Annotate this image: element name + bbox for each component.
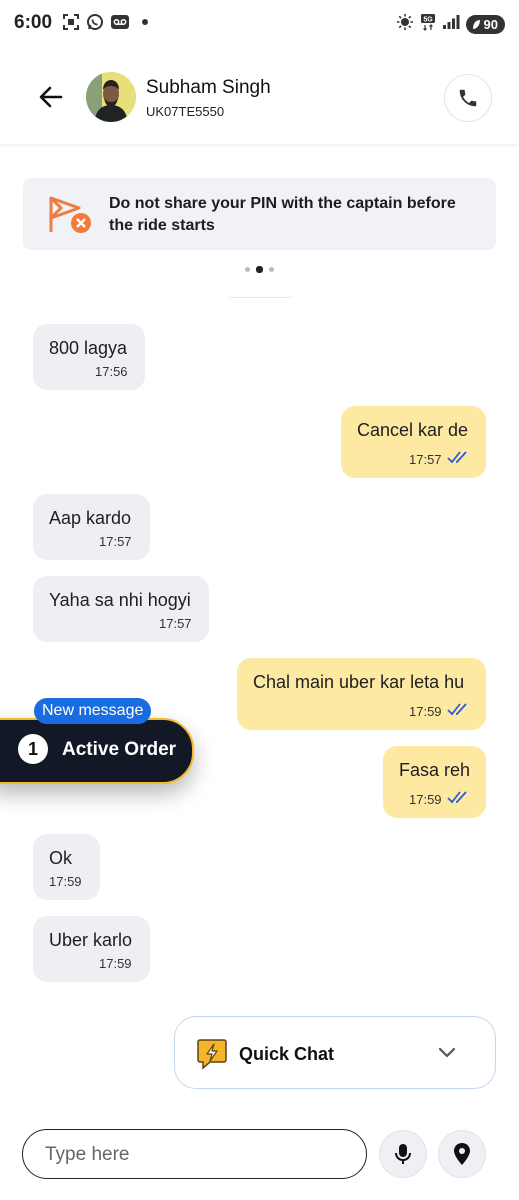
- message-text: Cancel kar de: [357, 420, 469, 440]
- arrow-left-icon: [39, 86, 63, 108]
- message-incoming[interactable]: 800 lagya 17:56: [33, 324, 145, 390]
- signal-icon: [442, 14, 460, 35]
- whatsapp-icon: [86, 13, 104, 31]
- message-incoming[interactable]: Aap kardo 17:57: [33, 494, 150, 560]
- read-receipt-icon: [447, 451, 467, 464]
- avatar[interactable]: [86, 72, 136, 122]
- message-incoming[interactable]: Uber karlo 17:59: [33, 916, 150, 982]
- pin-warning-icon: [47, 194, 95, 241]
- message-time: 17:57: [99, 534, 132, 549]
- status-system-icons: 5G 90: [396, 13, 505, 36]
- message-text: Yaha sa nhi hogyi: [49, 590, 191, 610]
- battery-level: 90: [483, 17, 498, 32]
- message-incoming[interactable]: Ok 17:59: [33, 834, 100, 900]
- message-time: 17:59: [409, 792, 442, 807]
- battery-indicator: 90: [465, 15, 505, 34]
- chevron-down-icon: [437, 1045, 457, 1064]
- brightness-icon: [396, 13, 414, 36]
- message-time: 17:59: [99, 956, 132, 971]
- quick-chat-button[interactable]: Quick Chat: [174, 1016, 496, 1089]
- active-order-count: 1: [18, 734, 48, 764]
- message-text: Ok: [49, 848, 73, 868]
- chat-header: Subham Singh UK07TE5550: [0, 50, 519, 144]
- battery-saver-icon: [472, 20, 480, 29]
- pager-dot[interactable]: [245, 267, 250, 272]
- message-time: 17:56: [95, 364, 128, 379]
- active-order-label: Active Order: [62, 739, 177, 760]
- new-message-badge[interactable]: New message: [34, 698, 152, 724]
- message-time: 17:57: [409, 452, 442, 467]
- status-time: 6:00: [14, 12, 53, 33]
- message-input-container[interactable]: [22, 1129, 367, 1179]
- pager-dot[interactable]: [269, 267, 274, 272]
- message-time: 17:59: [409, 704, 442, 719]
- call-button[interactable]: [444, 74, 492, 122]
- divider: [228, 293, 294, 298]
- phone-icon: [459, 89, 477, 107]
- message-text: Aap kardo: [49, 508, 132, 528]
- location-pin-icon: [454, 1143, 470, 1165]
- voice-note-button[interactable]: [379, 1130, 427, 1178]
- message-time: 17:57: [159, 616, 192, 631]
- safety-banner: Do not share your PIN with the captain b…: [23, 178, 496, 250]
- status-bar: 6:00 5G 90: [0, 0, 519, 50]
- read-receipt-icon: [447, 791, 467, 804]
- banner-pager: [0, 266, 519, 273]
- share-location-button[interactable]: [438, 1130, 486, 1178]
- notification-dot: [142, 19, 148, 25]
- microphone-icon: [395, 1144, 411, 1164]
- pager-dot-active[interactable]: [256, 266, 263, 273]
- active-order-button[interactable]: 1 Active Order: [0, 718, 194, 784]
- screenshot-icon: [62, 13, 80, 31]
- status-notification-icons: [62, 13, 148, 31]
- svg-text:5G: 5G: [423, 17, 433, 24]
- message-input[interactable]: [43, 1140, 347, 1170]
- lightning-chat-icon: [197, 1037, 227, 1076]
- safety-banner-text: Do not share your PIN with the captain b…: [109, 195, 456, 234]
- back-button[interactable]: [34, 80, 68, 114]
- message-time: 17:59: [49, 874, 82, 889]
- vehicle-number: UK07TE5550: [146, 104, 225, 119]
- message-text: Fasa reh: [399, 760, 471, 780]
- 5g-icon: 5G: [420, 13, 436, 36]
- message-outgoing[interactable]: Cancel kar de 17:57: [341, 406, 486, 478]
- message-text: Chal main uber kar leta hu: [253, 672, 465, 692]
- message-text: 800 lagya: [49, 338, 128, 358]
- contact-name: Subham Singh: [146, 77, 271, 98]
- message-incoming[interactable]: Yaha sa nhi hogyi 17:57: [33, 576, 209, 642]
- message-outgoing[interactable]: Chal main uber kar leta hu 17:59: [237, 658, 486, 730]
- message-outgoing[interactable]: Fasa reh 17:59: [383, 746, 486, 818]
- quick-chat-label: Quick Chat: [239, 1044, 335, 1064]
- read-receipt-icon: [447, 703, 467, 716]
- message-text: Uber karlo: [49, 930, 133, 950]
- voicemail-icon: [110, 14, 130, 30]
